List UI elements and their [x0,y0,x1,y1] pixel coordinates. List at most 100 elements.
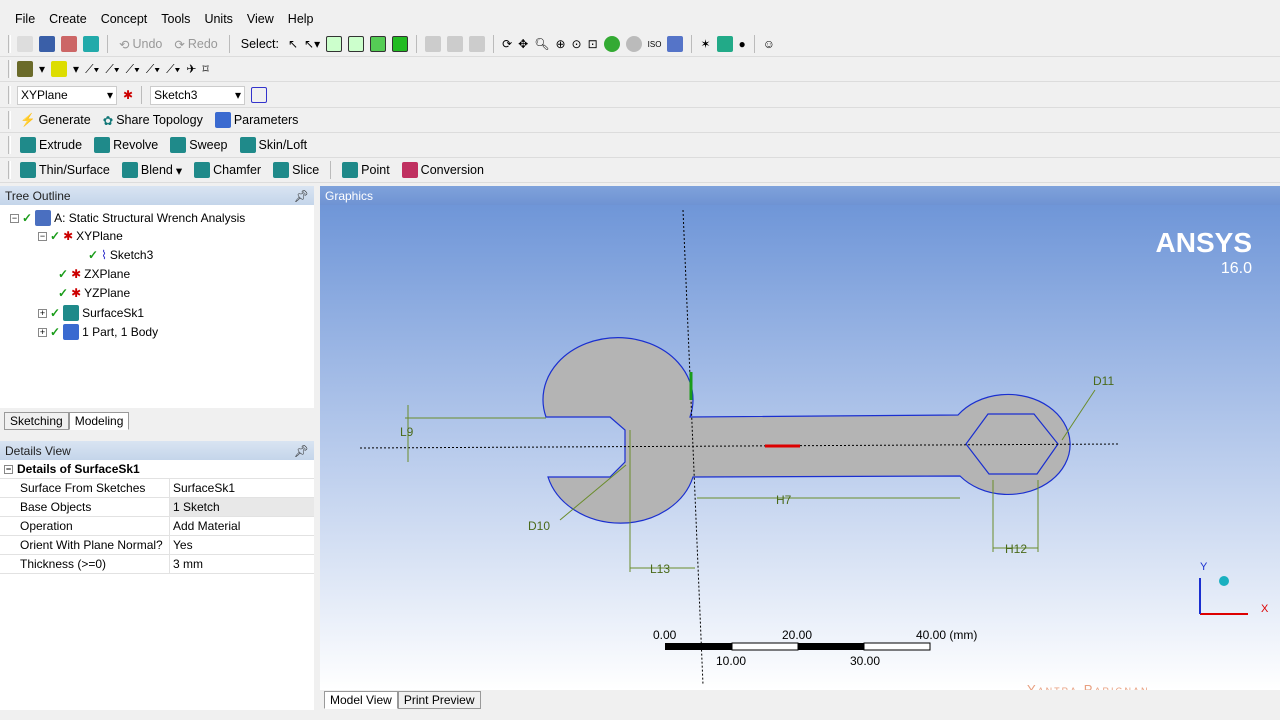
expand-icon[interactable]: + [38,308,47,318]
tree-item-part[interactable]: + ✓ 1 Part, 1 Body [38,324,158,340]
rotate-icon[interactable]: ⟳ [502,37,512,51]
extrude-button[interactable]: Extrude [17,137,85,153]
iso-icon[interactable]: ISO [648,40,662,49]
box-zoom-icon[interactable]: ⊡ [588,37,598,51]
look-at-icon[interactable] [667,36,684,52]
toolbar-standard: ⟲ Undo ⟳ Redo Select: ↖ ↖▾ ⟳ ✥ 🔍︎ ⊕ ⊙ ⊡ IS… [0,32,1280,57]
dimension-label[interactable]: D11 [1093,374,1114,388]
wrench-sketch [359,209,1248,686]
new-icon[interactable] [17,36,33,52]
details-row[interactable]: Orient With Plane Normal? Yes [0,536,314,555]
toolbar-modify: Thin/Surface Blend ▾ Chamfer Slice Point… [0,158,1280,183]
dimension-0-icon[interactable]: ⟋▾ [85,62,99,77]
dimension-2-icon[interactable]: ⟋▾ [126,62,140,77]
collapse-icon[interactable]: − [38,231,47,241]
skin-loft-button[interactable]: Skin/Loft [237,137,311,153]
dimension-label[interactable]: D10 [528,519,550,533]
dimension-label[interactable]: H7 [776,493,791,507]
collapse-icon[interactable]: − [4,464,13,474]
dimension-label[interactable]: L13 [650,562,670,576]
display-points-icon[interactable]: ● [739,37,746,51]
point-button[interactable]: Point [339,162,393,178]
menu-units[interactable]: Units [197,12,239,26]
point-marker-icon[interactable]: ⌑ [202,62,208,76]
previous-view-icon[interactable] [603,36,620,52]
select-point-icon[interactable] [326,36,343,52]
details-row[interactable]: Operation Add Material [0,517,314,536]
redo-button[interactable]: ⟳ Redo [171,37,220,52]
menu-create[interactable]: Create [42,12,94,26]
frozen-icon[interactable] [51,61,68,77]
new-plane-icon[interactable]: ✱ [123,88,133,102]
dimension-3-icon[interactable]: ⟋▾ [146,62,160,77]
dimension-1-icon[interactable]: ⟋▾ [105,62,119,77]
menu-view[interactable]: View [240,12,281,26]
select-edge-icon[interactable] [348,36,365,52]
screenshot-icon[interactable] [83,36,99,52]
details-row[interactable]: Surface From Sketches SurfaceSk1 [0,479,314,498]
menu-concept[interactable]: Concept [94,12,155,26]
tree-tabs: Sketching Modeling [4,412,130,430]
save-icon[interactable] [39,36,55,52]
select-mode-icon[interactable]: ↖▾ [304,37,320,51]
select-new-icon[interactable]: ↖ [288,37,298,51]
tree-item-project[interactable]: − ✓ A: Static Structural Wrench Analysis [10,210,245,226]
tree-item-xyplane[interactable]: − ✓ ✱ XYPlane [38,229,123,243]
zoom-icon[interactable]: 🔍︎ [534,37,549,51]
dimension-x-icon[interactable]: ⟋▾ [166,62,180,77]
triad-y-label: Y [1200,561,1208,573]
parameters-button[interactable]: Parameters [212,112,302,128]
expand-icon[interactable]: + [38,327,47,337]
details-row[interactable]: Thickness (>=0) 3 mm [0,555,314,574]
extend-icon[interactable] [425,36,442,52]
graphics-viewport[interactable]: ANSYS 16.0 L9 D10 D11 H7 H12 L13 0.00 20.… [320,205,1280,690]
pin-icon[interactable]: 📌︎ [294,189,309,203]
generate-button[interactable]: ⚡ Generate [17,113,94,128]
share-topology-button[interactable]: ✿ Share Topology [100,113,206,128]
details-row[interactable]: Base Objects 1 Sketch [0,498,314,517]
box-select-icon[interactable] [447,36,464,52]
tab-sketching[interactable]: Sketching [4,412,69,430]
blend-button[interactable]: Blend ▾ [119,162,185,178]
sweep-button[interactable]: Sweep [167,137,230,153]
display-model-icon[interactable] [716,36,733,52]
collapse-icon[interactable]: − [10,213,19,223]
menu-file[interactable]: File [8,12,42,26]
undo-button[interactable]: ⟲ Undo [116,37,165,52]
conversion-icon [401,162,418,178]
dimension-label[interactable]: L9 [400,425,413,439]
pin-icon[interactable]: 📌︎ [294,444,309,458]
select-face-icon[interactable] [370,36,387,52]
menu-help[interactable]: Help [281,12,321,26]
clear-icon[interactable] [469,36,486,52]
plane-select[interactable]: XYPlane ▾ [17,85,117,105]
scale-label: 20.00 [782,628,813,642]
tree-item-sketch3[interactable]: ✓ ⌇ Sketch3 [88,248,153,262]
tree-item-surfacesk1[interactable]: + ✓ SurfaceSk1 [38,305,144,321]
sketch-select[interactable]: Sketch3 ▾ [150,85,246,105]
conversion-button[interactable]: Conversion [399,162,487,178]
pan-icon[interactable]: ✥ [518,37,528,51]
menu-tools[interactable]: Tools [154,12,197,26]
tab-print-preview[interactable]: Print Preview [397,691,481,709]
revolve-button[interactable]: Revolve [91,137,161,153]
dimension-label[interactable]: H12 [1005,542,1027,556]
display-plane-icon[interactable] [17,61,33,77]
triad-icon[interactable]: ✶ [700,37,710,51]
chamfer-button[interactable]: Chamfer [191,162,264,178]
tree-item-yzplane[interactable]: ✓ ✱ YZPlane [58,286,130,300]
thin-surface-button[interactable]: Thin/Surface [17,162,113,178]
zoom-in-icon[interactable]: ⊕ [555,37,565,51]
save-as-icon[interactable] [61,36,77,52]
tab-modeling[interactable]: Modeling [68,412,130,430]
tab-model-view[interactable]: Model View [324,691,398,709]
parameters-icon [214,112,231,128]
help-icon[interactable]: ☺ [763,37,775,51]
tree-item-zxplane[interactable]: ✓ ✱ ZXPlane [58,267,130,281]
new-sketch-icon[interactable] [251,87,268,103]
next-view-icon[interactable] [625,36,642,52]
pin-icon[interactable]: ✈ [186,62,196,76]
select-body-icon[interactable] [392,36,409,52]
slice-button[interactable]: Slice [270,162,322,178]
zoom-fit-icon[interactable]: ⊙ [572,37,582,51]
